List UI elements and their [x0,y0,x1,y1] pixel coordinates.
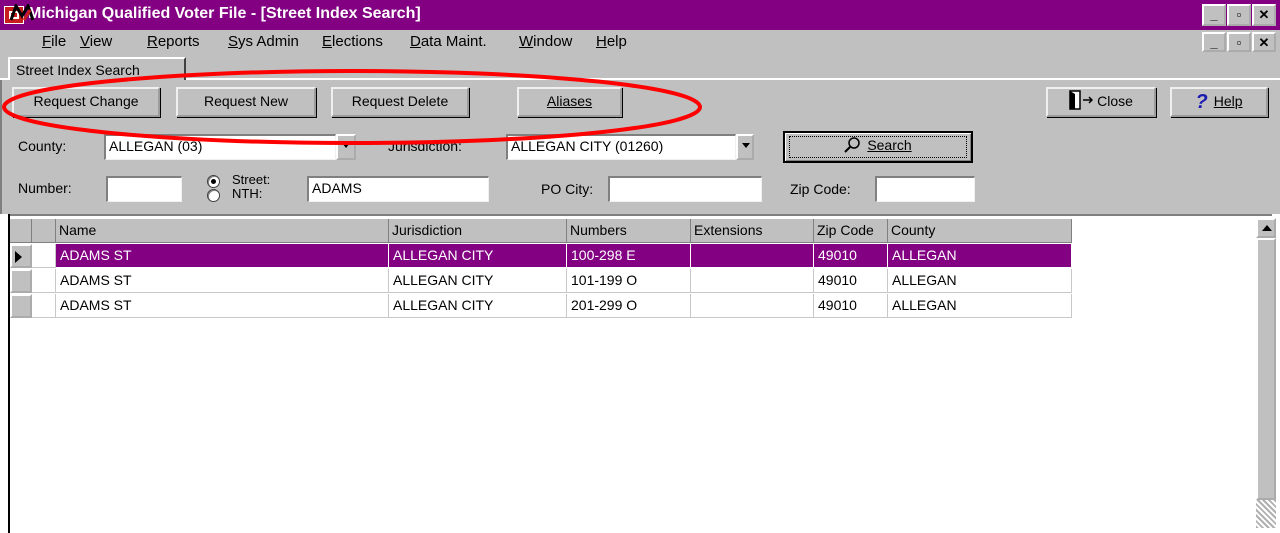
po-city-input[interactable] [608,176,762,202]
menu-elections-label: lections [332,33,383,50]
menu-sys-admin-mnemonic: S [228,33,239,50]
menu-sys-admin-label: ys Admin [238,33,299,50]
cell-zip-code: 49010 [814,244,888,268]
menu-elections[interactable]: Elections [322,33,383,50]
menu-file-label: ile [51,33,67,50]
close-button-label: Close [1097,93,1133,109]
cell-name: ADAMS ST [56,294,389,318]
menu-file-mnemonic: F [42,33,52,50]
grid-corner-header [10,219,32,243]
row-indicator-cell [32,294,56,318]
nth-radio-label: NTH: [232,186,263,201]
cell-name: ADAMS ST [56,269,389,293]
mdi-restore-button[interactable]: ▫ [1227,32,1251,52]
grid-indicator-header [32,219,56,243]
row-indicator-cell [32,244,56,268]
menu-window-label: indow [533,33,573,50]
maximize-button[interactable]: ▫ [1227,4,1251,26]
column-header-name[interactable]: Name [56,219,389,243]
current-row-arrow-icon [15,251,22,263]
cell-name: ADAMS ST [56,244,389,268]
menu-sys-admin[interactable]: Sys Admin [228,33,299,50]
po-city-label: PO City: [541,181,594,197]
zip-code-input[interactable] [875,176,975,202]
row-selector[interactable] [10,294,32,318]
cell-jurisdiction: ALLEGAN CITY [389,294,567,318]
mdi-minimize-button[interactable]: _ [1202,32,1226,52]
cell-jurisdiction: ALLEGAN CITY [389,244,567,268]
window-title: Michigan Qualified Voter File - [Street … [28,5,421,22]
cell-zip-code: 49010 [814,294,888,318]
cell-extensions [691,269,814,293]
number-label: Number: [18,180,72,196]
cell-extensions [691,244,814,268]
scroll-up-button[interactable] [1256,218,1276,238]
menu-reports[interactable]: Reports [147,33,200,50]
menu-file[interactable]: File [42,33,66,50]
cell-jurisdiction: ALLEGAN CITY [389,269,567,293]
cell-county: ALLEGAN [888,269,1072,293]
menu-data-maint[interactable]: Data Maint. [410,33,487,50]
street-radio-label: Street: [232,172,271,187]
menu-window[interactable]: Window [519,33,572,50]
menu-view-label: iew [89,33,113,50]
street-radio[interactable] [207,175,220,188]
menu-help[interactable]: Help [596,33,627,50]
street-input[interactable]: ADAMS [307,176,489,202]
cell-county: ALLEGAN [888,244,1072,268]
minimize-button[interactable]: _ [1202,4,1226,26]
row-selector[interactable] [10,244,32,268]
menu-view[interactable]: View [80,33,112,50]
cell-numbers: 201-299 O [567,294,691,318]
scrollbar-track[interactable] [1256,500,1276,528]
menu-data-maint-label: ata Maint. [420,33,487,50]
search-focus-outline [789,136,967,158]
zip-code-label: Zip Code: [790,181,851,197]
column-header-jurisdiction[interactable]: Jurisdiction [389,219,567,243]
cell-extensions [691,294,814,318]
search-button[interactable]: Search [783,131,973,163]
cell-numbers: 100-298 E [567,244,691,268]
column-header-numbers[interactable]: Numbers [567,219,691,243]
menu-view-mnemonic: V [80,33,90,50]
menu-reports-mnemonic: R [147,33,158,50]
menu-help-mnemonic: H [596,33,607,50]
column-header-zip-code[interactable]: Zip Code [814,219,888,243]
door-exit-icon [1069,90,1094,110]
mdi-child-icon [10,4,34,21]
cell-zip-code: 49010 [814,269,888,293]
annotation-ellipse [2,69,702,145]
nth-radio[interactable] [207,189,220,202]
close-window-button[interactable]: ✕ [1252,4,1276,26]
row-selector[interactable] [10,269,32,293]
scrollbar-thumb[interactable] [1256,238,1276,500]
grid-top-border [8,214,1272,216]
jurisdiction-dropdown-arrow[interactable] [736,134,754,160]
cell-county: ALLEGAN [888,294,1072,318]
menu-elections-mnemonic: E [322,33,333,50]
help-icon: ? [1195,91,1208,113]
mdi-close-button[interactable]: ✕ [1252,32,1276,52]
column-header-extensions[interactable]: Extensions [691,219,814,243]
cell-numbers: 101-199 O [567,269,691,293]
help-button[interactable]: ? Help [1170,87,1268,117]
menu-reports-label: eports [157,33,200,50]
close-button[interactable]: Close [1046,87,1156,117]
menu-data-maint-mnemonic: D [410,33,421,50]
menu-window-mnemonic: W [519,33,534,50]
column-header-county[interactable]: County [888,219,1072,243]
row-indicator-cell [32,269,56,293]
help-button-label: Help [1213,93,1243,109]
menu-help-label: elp [606,33,627,50]
number-input[interactable] [106,176,182,202]
